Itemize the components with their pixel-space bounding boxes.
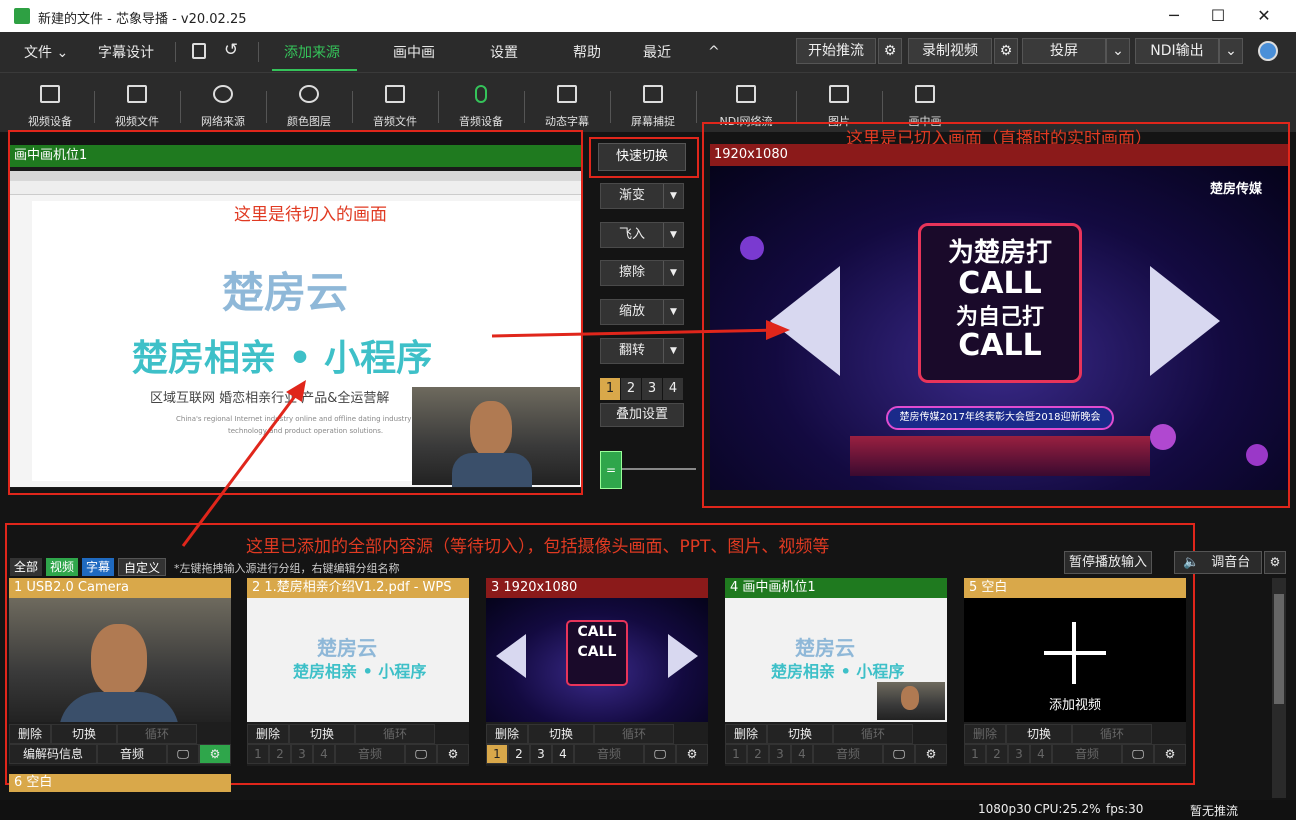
- layer-3-button[interactable]: 3: [1008, 744, 1030, 764]
- monitor-icon[interactable]: 🖵: [405, 744, 437, 764]
- thumb-subheading: 楚房相亲 • 小程序: [771, 662, 905, 681]
- source-card-image[interactable]: 3 1920x1080 CALL CALL 删除 切换 循环 1 2 3 4 音频…: [486, 578, 708, 766]
- layer-2-button[interactable]: 2: [747, 744, 769, 764]
- settings-gear-icon[interactable]: ⚙: [915, 744, 947, 764]
- status-resolution: 1080p30: [978, 802, 1032, 816]
- card-title: 1 USB2.0 Camera: [9, 578, 231, 598]
- source-card-blank[interactable]: 5 空白 添加视频 删除 切换 循环 1 2 3 4 音频 🖵 ⚙: [964, 578, 1186, 766]
- codec-info-button[interactable]: 编解码信息: [9, 744, 97, 764]
- layer-4-button[interactable]: 4: [791, 744, 813, 764]
- loop-button[interactable]: 循环: [1072, 724, 1152, 744]
- tab-video[interactable]: 视频: [46, 558, 78, 576]
- delete-button[interactable]: 删除: [486, 724, 528, 744]
- delete-button[interactable]: 删除: [9, 724, 51, 744]
- layer-2-button[interactable]: 2: [269, 744, 291, 764]
- layer-3-button[interactable]: 3: [769, 744, 791, 764]
- audio-button[interactable]: 音频: [813, 744, 883, 764]
- add-video-area[interactable]: 添加视频: [964, 598, 1186, 722]
- settings-gear-icon[interactable]: ⚙: [437, 744, 469, 764]
- loop-button[interactable]: 循环: [833, 724, 913, 744]
- card-title: 3 1920x1080: [486, 578, 708, 598]
- tab-subtitle[interactable]: 字幕: [82, 558, 114, 576]
- loop-button[interactable]: 循环: [355, 724, 435, 744]
- thumb-subheading: 楚房相亲 • 小程序: [293, 662, 427, 681]
- layer-4-button[interactable]: 4: [552, 744, 574, 764]
- card-title: 2 1.楚房相亲介绍V1.2.pdf - WPS: [247, 578, 469, 598]
- mixer-gear-icon[interactable]: ⚙: [1264, 551, 1286, 574]
- layer-1-button[interactable]: 1: [486, 744, 508, 764]
- image-thumbnail: CALL CALL: [486, 598, 708, 722]
- audio-button[interactable]: 音频: [1052, 744, 1122, 764]
- person-face: [901, 686, 919, 710]
- monitor-icon[interactable]: 🖵: [644, 744, 676, 764]
- pip-camera-overlay: [877, 682, 945, 720]
- audio-button[interactable]: 音频: [335, 744, 405, 764]
- status-cpu: CPU:25.2%: [1034, 802, 1101, 816]
- delete-button[interactable]: 删除: [247, 724, 289, 744]
- mixer-label: 调音台: [1211, 555, 1251, 570]
- thumb-heading: 楚房云: [317, 636, 377, 660]
- thumb-heading: 楚房云: [795, 636, 855, 660]
- thumb-call-logo: CALL CALL: [566, 620, 628, 686]
- right-chevron-shape: [668, 634, 698, 678]
- person-face: [91, 624, 147, 696]
- tab-all[interactable]: 全部: [10, 558, 42, 576]
- switch-button[interactable]: 切换: [289, 724, 355, 744]
- sources-scrollbar[interactable]: [1272, 578, 1286, 798]
- source-card-wps[interactable]: 2 1.楚房相亲介绍V1.2.pdf - WPS 楚房云 楚房相亲 • 小程序 …: [247, 578, 469, 766]
- layer-2-button[interactable]: 2: [508, 744, 530, 764]
- loop-button[interactable]: 循环: [117, 724, 197, 744]
- thumb-call-text: CALL: [577, 644, 617, 660]
- tab-custom[interactable]: 自定义: [118, 558, 166, 576]
- loop-button[interactable]: 循环: [594, 724, 674, 744]
- layer-3-button[interactable]: 3: [291, 744, 313, 764]
- audio-button[interactable]: 音频: [97, 744, 167, 764]
- layer-4-button[interactable]: 4: [1030, 744, 1052, 764]
- layer-2-button[interactable]: 2: [986, 744, 1008, 764]
- wps-thumbnail: 楚房云 楚房相亲 • 小程序: [247, 598, 469, 722]
- pip-thumbnail: 楚房云 楚房相亲 • 小程序: [725, 598, 947, 722]
- source-card-blank-6-title[interactable]: 6 空白: [9, 774, 231, 792]
- switch-button[interactable]: 切换: [767, 724, 833, 744]
- switch-button[interactable]: 切换: [1006, 724, 1072, 744]
- settings-gear-icon[interactable]: ⚙: [199, 744, 231, 764]
- layer-1-button[interactable]: 1: [247, 744, 269, 764]
- card-title: 5 空白: [964, 578, 1186, 598]
- add-video-label: 添加视频: [1048, 698, 1101, 713]
- mixer-button[interactable]: 🔈 调音台: [1174, 551, 1262, 574]
- delete-button[interactable]: 删除: [725, 724, 767, 744]
- layer-1-button[interactable]: 1: [964, 744, 986, 764]
- person-shoulders: [59, 692, 179, 722]
- monitor-icon[interactable]: 🖵: [883, 744, 915, 764]
- group-hint: *左键拖拽输入源进行分组，右键编辑分组名称: [174, 562, 400, 575]
- audio-button[interactable]: 音频: [574, 744, 644, 764]
- settings-gear-icon[interactable]: ⚙: [1154, 744, 1186, 764]
- layer-3-button[interactable]: 3: [530, 744, 552, 764]
- monitor-icon[interactable]: 🖵: [167, 744, 199, 764]
- speaker-icon: 🔈: [1183, 555, 1200, 570]
- switch-button[interactable]: 切换: [528, 724, 594, 744]
- settings-gear-icon[interactable]: ⚙: [676, 744, 708, 764]
- layer-4-button[interactable]: 4: [313, 744, 335, 764]
- plus-icon: [1044, 651, 1106, 655]
- left-chevron-shape: [496, 634, 526, 678]
- scrollbar-thumb[interactable]: [1274, 594, 1284, 704]
- thumb-call-text: CALL: [577, 624, 617, 640]
- camera-thumbnail: [9, 598, 231, 722]
- delete-button[interactable]: 删除: [964, 724, 1006, 744]
- desktop-strip: [0, 820, 1296, 828]
- switch-button[interactable]: 切换: [51, 724, 117, 744]
- status-bar: 1080p30 CPU:25.2% fps:30 暂无推流: [0, 800, 1296, 820]
- source-card-camera[interactable]: 1 USB2.0 Camera 删除 切换 循环 编解码信息 音频 🖵 ⚙: [9, 578, 231, 766]
- sources-annotation: 这里已添加的全部内容源（等待切入），包括摄像头画面、PPT、图片、视频等: [246, 537, 830, 557]
- layer-1-button[interactable]: 1: [725, 744, 747, 764]
- monitor-icon[interactable]: 🖵: [1122, 744, 1154, 764]
- pause-input-button[interactable]: 暂停播放输入: [1064, 551, 1152, 574]
- status-fps: fps:30: [1106, 802, 1144, 816]
- status-stream: 暂无推流: [1190, 804, 1239, 818]
- source-card-pip[interactable]: 4 画中画机位1 楚房云 楚房相亲 • 小程序 删除 切换 循环 1 2 3 4…: [725, 578, 947, 766]
- card-title: 4 画中画机位1: [725, 578, 947, 598]
